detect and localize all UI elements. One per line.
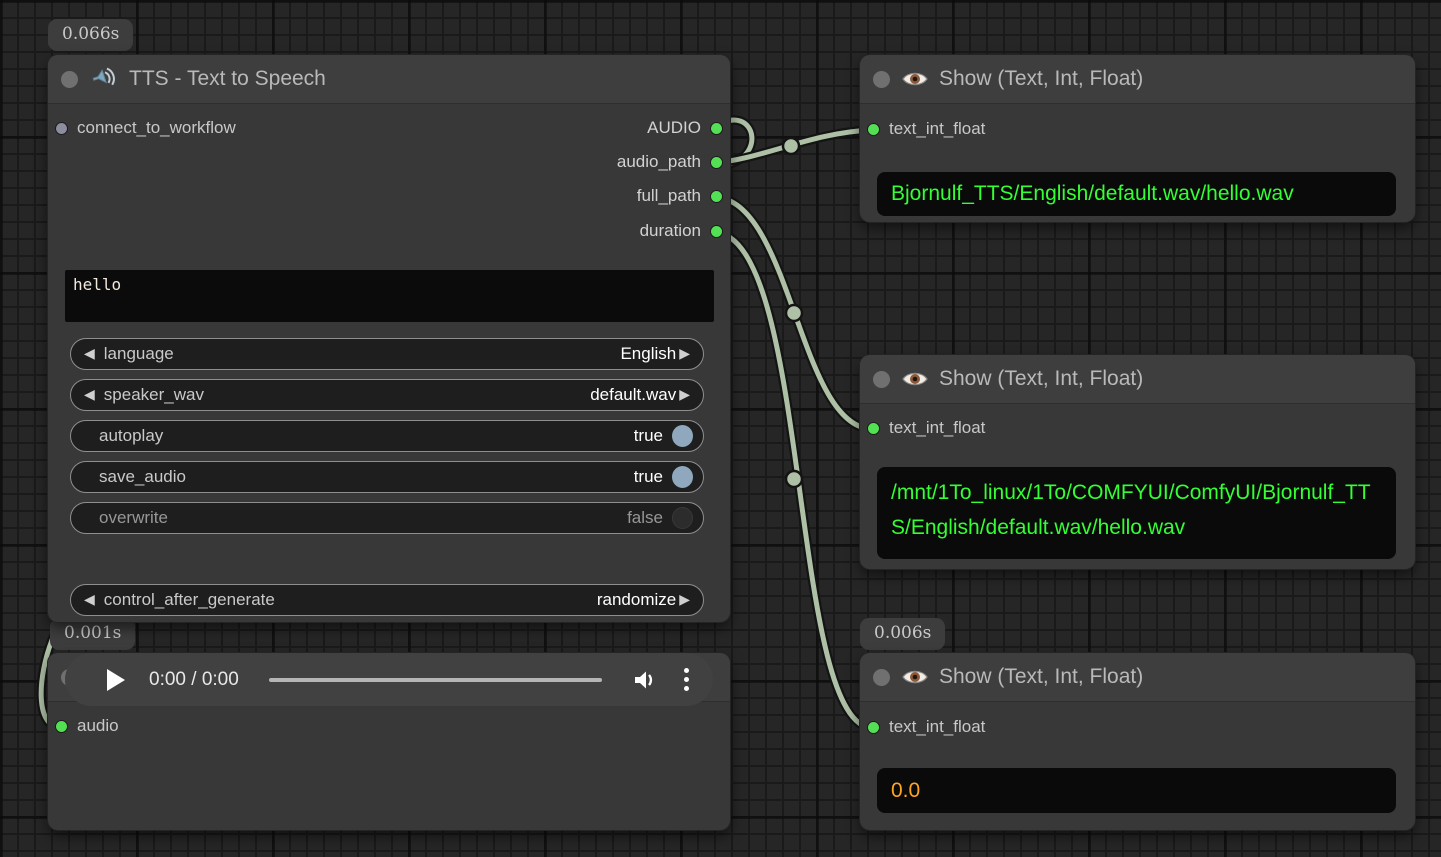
link-midpoint-dot[interactable] — [783, 138, 799, 154]
widget-label: language — [104, 344, 174, 364]
link-midpoint-dot[interactable] — [786, 305, 802, 321]
widget-label: speaker_wav — [104, 385, 204, 405]
widget-speaker-wav[interactable]: ◀ speaker_wav default.wav ▶ — [70, 379, 704, 411]
eye-icon — [901, 367, 929, 391]
exec-time-badge-preview: 0.001s — [50, 618, 135, 650]
input-connect-to-workflow[interactable]: connect_to_workflow — [55, 118, 236, 138]
input-text-int-float[interactable]: text_int_float — [867, 418, 985, 438]
input-port-label: connect_to_workflow — [77, 118, 236, 138]
node-graph-canvas[interactable]: 0.066s 0.001s 0.006s TTS - Text to Speec… — [0, 0, 1441, 857]
eye-icon — [901, 67, 929, 91]
link-midpoint-dot[interactable] — [786, 471, 802, 487]
play-button-icon[interactable] — [107, 669, 125, 691]
audio-player[interactable]: 0:00 / 0:00 — [65, 653, 713, 706]
combo-right-arrow-icon[interactable]: ▶ — [676, 346, 693, 362]
node-tts-header[interactable]: TTS - Text to Speech — [48, 55, 730, 104]
node-tts[interactable]: TTS - Text to Speech connect_to_workflow… — [48, 55, 730, 622]
node-show1[interactable]: Show (Text, Int, Float) text_int_float B… — [860, 55, 1415, 222]
input-port-dot[interactable] — [867, 422, 880, 435]
output-duration[interactable]: duration — [640, 221, 723, 241]
widget-label: overwrite — [99, 508, 168, 528]
node-title: Show (Text, Int, Float) — [939, 67, 1143, 91]
output-port-label: full_path — [637, 186, 701, 206]
input-audio[interactable]: audio — [55, 716, 119, 736]
widget-value: default.wav — [590, 385, 676, 405]
input-text-int-float[interactable]: text_int_float — [867, 119, 985, 139]
node-show2[interactable]: Show (Text, Int, Float) text_int_float /… — [860, 355, 1415, 569]
input-port-label: text_int_float — [889, 418, 985, 438]
widget-save-audio[interactable]: save_audio true — [70, 461, 704, 493]
toggle-dot[interactable] — [672, 466, 693, 488]
show-value-text[interactable]: Bjornulf_TTS/English/default.wav/hello.w… — [877, 172, 1396, 216]
combo-right-arrow-icon[interactable]: ▶ — [676, 592, 693, 608]
widget-value: true — [634, 426, 663, 446]
audio-time: 0:00 / 0:00 — [149, 669, 239, 691]
widget-value: English — [620, 344, 676, 364]
input-port-label: text_int_float — [889, 119, 985, 139]
volume-icon[interactable] — [630, 666, 658, 694]
speaker-megaphone-icon — [89, 64, 119, 94]
collapse-dot[interactable] — [873, 669, 890, 686]
output-port-label: AUDIO — [647, 118, 701, 138]
node-show2-header[interactable]: Show (Text, Int, Float) — [860, 355, 1415, 404]
show-value-text[interactable]: /mnt/1To_linux/1To/COMFYUI/ComfyUI/Bjorn… — [877, 467, 1396, 559]
input-text-int-float[interactable]: text_int_float — [867, 717, 985, 737]
output-port-dot[interactable] — [710, 156, 723, 169]
widget-label: save_audio — [99, 467, 186, 487]
input-port-label: text_int_float — [889, 717, 985, 737]
toggle-dot[interactable] — [672, 507, 693, 529]
node-title: TTS - Text to Speech — [129, 67, 326, 91]
widget-value: randomize — [597, 590, 676, 610]
exec-time-badge-tts: 0.066s — [48, 19, 133, 51]
widget-label: control_after_generate — [104, 590, 275, 610]
output-audio-path[interactable]: audio_path — [617, 152, 723, 172]
collapse-dot[interactable] — [873, 71, 890, 88]
output-port-dot[interactable] — [710, 225, 723, 238]
input-port-dot[interactable] — [867, 123, 880, 136]
text-input[interactable]: hello — [65, 270, 714, 322]
node-title: Show (Text, Int, Float) — [939, 367, 1143, 391]
toggle-dot[interactable] — [672, 425, 693, 447]
exec-time-badge-show3: 0.006s — [860, 618, 945, 650]
widget-value: false — [627, 508, 663, 528]
node-show3[interactable]: Show (Text, Int, Float) text_int_float 0… — [860, 653, 1415, 830]
player-menu-icon[interactable] — [684, 668, 689, 691]
widget-language[interactable]: ◀ language English ▶ — [70, 338, 704, 370]
node-preview-audio[interactable]: PreviewAudio audio 0:00 / 0:00 — [48, 653, 730, 830]
output-port-label: audio_path — [617, 152, 701, 172]
output-full-path[interactable]: full_path — [637, 186, 723, 206]
combo-left-arrow-icon[interactable]: ◀ — [81, 346, 98, 362]
show-value-number[interactable]: 0.0 — [877, 768, 1396, 813]
combo-left-arrow-icon[interactable]: ◀ — [81, 592, 98, 608]
input-port-dot[interactable] — [55, 720, 68, 733]
node-title: Show (Text, Int, Float) — [939, 665, 1143, 689]
input-port-dot[interactable] — [55, 122, 68, 135]
eye-icon — [901, 665, 929, 689]
collapse-dot[interactable] — [61, 71, 78, 88]
audio-progress-bar[interactable] — [269, 678, 602, 682]
widget-label: autoplay — [99, 426, 163, 446]
input-port-label: audio — [77, 716, 119, 736]
widget-control-after-generate[interactable]: ◀ control_after_generate randomize ▶ — [70, 584, 704, 616]
input-port-dot[interactable] — [867, 721, 880, 734]
output-audio[interactable]: AUDIO — [647, 118, 723, 138]
widget-value: true — [634, 467, 663, 487]
combo-right-arrow-icon[interactable]: ▶ — [676, 387, 693, 403]
node-show3-header[interactable]: Show (Text, Int, Float) — [860, 653, 1415, 702]
output-port-dot[interactable] — [710, 190, 723, 203]
node-show1-header[interactable]: Show (Text, Int, Float) — [860, 55, 1415, 104]
output-port-label: duration — [640, 221, 701, 241]
collapse-dot[interactable] — [873, 371, 890, 388]
output-port-dot[interactable] — [710, 122, 723, 135]
widget-overwrite[interactable]: overwrite false — [70, 502, 704, 534]
combo-left-arrow-icon[interactable]: ◀ — [81, 387, 98, 403]
widget-autoplay[interactable]: autoplay true — [70, 420, 704, 452]
